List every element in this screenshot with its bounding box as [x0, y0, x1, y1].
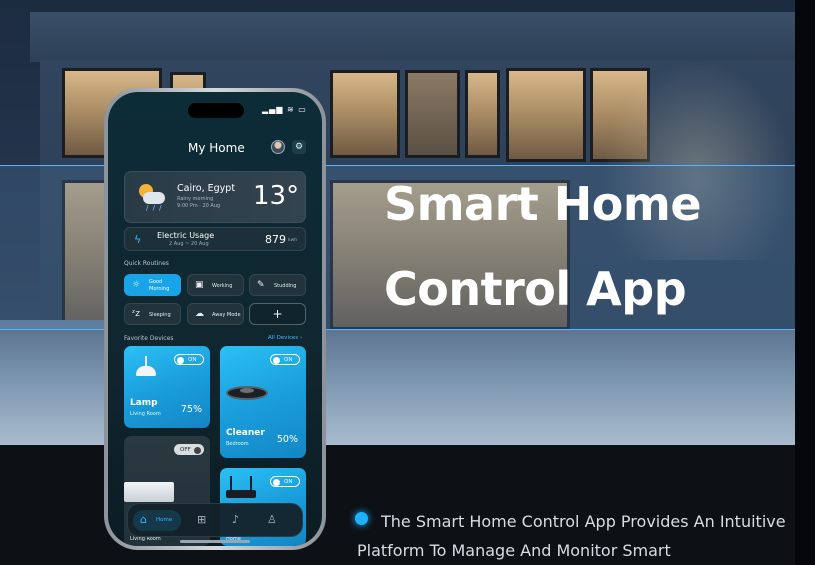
routine-sleeping[interactable]: ᶻz Sleeping — [124, 303, 181, 325]
weather-card[interactable]: / / / Cairo, Egypt Rainy morning 9:00 Pm… — [124, 171, 306, 223]
weather-condition: Rainy morning — [177, 196, 214, 202]
device-percent: 75% — [180, 404, 202, 415]
electric-usage-card[interactable]: ϟ Electric Usage 2 Aug ~ 20 Aug 879 kwh — [124, 227, 306, 251]
hero-title-line1: Smart Home — [384, 177, 702, 231]
weather-time: 9:00 Pm · 20 Aug — [177, 203, 221, 209]
section-label-favorites: Favorite Devices — [124, 335, 174, 342]
toggle-label: OFF — [180, 447, 191, 453]
device-card-lamp[interactable]: ON Lamp Living Room 75% — [124, 346, 210, 428]
device-percent: 50% — [276, 434, 298, 445]
toggle-label: ON — [188, 357, 197, 363]
hero-description: The Smart Home Control App Provides An I… — [357, 512, 786, 560]
device-toggle[interactable]: ON — [174, 354, 204, 365]
device-name: Cleaner — [226, 428, 265, 438]
routine-label: Away Mode — [212, 312, 241, 318]
sun-cloud-rain-icon: / / / — [137, 182, 167, 212]
toggle-label: ON — [284, 479, 293, 485]
all-devices-link[interactable]: All Devices › — [268, 335, 302, 341]
section-label-routines: Quick Routines — [124, 260, 169, 267]
hero-title-line2: Control App — [384, 262, 687, 316]
cloud-icon: ☁ — [195, 309, 204, 319]
usage-dates: 2 Aug ~ 20 Aug — [169, 241, 209, 247]
device-toggle[interactable]: ON — [270, 354, 300, 365]
avatar[interactable] — [271, 140, 285, 154]
frame-edge — [795, 0, 815, 565]
toggle-label: ON — [284, 357, 293, 363]
sleep-icon: ᶻz — [132, 309, 141, 319]
routine-label: Working — [212, 283, 233, 289]
house-window — [506, 68, 586, 162]
sun-icon: ☼ — [132, 280, 141, 290]
robot-vacuum-icon — [226, 384, 268, 402]
book-icon: ✎ — [257, 280, 265, 290]
routine-label: Sleeping — [149, 312, 171, 318]
device-room: Bedroom — [226, 441, 249, 447]
device-room: Living Room — [130, 411, 161, 417]
phone-screen: ▂▄▆ ≋ ▭ My Home ⚙ / / / Cairo, Egypt Rai… — [108, 92, 322, 546]
profile-icon[interactable]: ♙ — [267, 513, 277, 526]
weather-city: Cairo, Egypt — [177, 183, 236, 194]
plus-icon: + — [272, 307, 283, 321]
usage-value: 879 — [265, 233, 286, 246]
bottom-nav: ⌂ Home ⊞ ♪ ♙ — [127, 503, 303, 537]
page-title: My Home — [188, 141, 245, 155]
nav-home-tab[interactable]: ⌂ Home — [133, 510, 181, 531]
grid-icon[interactable]: ⊞ — [197, 513, 206, 526]
house-window — [405, 70, 460, 158]
house-roof — [30, 12, 795, 62]
home-indicator — [180, 540, 250, 543]
nav-home-label: Home — [156, 517, 173, 523]
device-toggle[interactable]: OFF — [174, 444, 204, 455]
device-name: Lamp — [130, 398, 158, 408]
dynamic-island — [188, 103, 244, 118]
routine-studding[interactable]: ✎ Studding — [249, 274, 306, 296]
briefcase-icon: ▣ — [195, 280, 204, 290]
air-conditioner-icon — [124, 482, 174, 502]
router-icon — [226, 476, 256, 500]
usage-title: Electric Usage — [157, 231, 215, 240]
routine-label: Studding — [274, 283, 297, 289]
house-window — [465, 70, 500, 158]
microphone-icon[interactable]: ♪ — [232, 513, 239, 526]
usage-unit: kwh — [288, 238, 298, 243]
routine-away-mode[interactable]: ☁ Away Mode — [187, 303, 244, 325]
home-icon: ⌂ — [140, 513, 147, 526]
device-card-cleaner[interactable]: ON Cleaner Bedroom 50% — [220, 346, 306, 458]
routine-working[interactable]: ▣ Working — [187, 274, 244, 296]
routine-label: Good Morning — [149, 279, 170, 292]
bolt-icon: ϟ — [134, 233, 142, 246]
add-routine-button[interactable]: + — [249, 303, 306, 325]
weather-temperature: 13° — [253, 181, 300, 211]
lamp-icon — [136, 356, 156, 380]
house-window — [330, 70, 400, 158]
gear-icon[interactable]: ⚙ — [292, 140, 306, 154]
status-bar-icons: ▂▄▆ ≋ ▭ — [262, 105, 307, 114]
device-toggle[interactable]: ON — [270, 476, 300, 487]
phone-mockup: ▂▄▆ ≋ ▭ My Home ⚙ / / / Cairo, Egypt Rai… — [104, 88, 326, 550]
routine-good-morning[interactable]: ☼ Good Morning — [124, 274, 181, 296]
